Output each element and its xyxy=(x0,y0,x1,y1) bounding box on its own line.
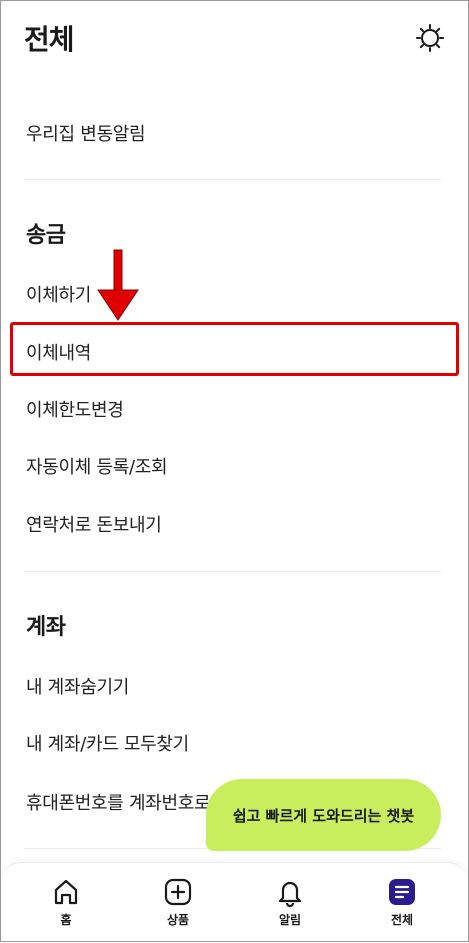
menu-item-send-to-contact[interactable]: 연락처로 돈보내기 xyxy=(26,511,162,537)
menu-item-phone-as-account[interactable]: 휴대폰번호를 계좌번호로 xyxy=(26,789,211,815)
home-icon xyxy=(54,879,78,905)
menu-item-transfer[interactable]: 이체하기 xyxy=(26,281,91,307)
tab-home[interactable]: 홈 xyxy=(36,877,96,928)
settings-icon[interactable] xyxy=(415,23,445,53)
arrow-down-icon xyxy=(97,249,139,321)
tab-notifications[interactable]: 알림 xyxy=(260,877,320,928)
tab-label: 알림 xyxy=(278,913,302,927)
tab-label: 상품 xyxy=(166,913,190,927)
chatbot-button[interactable]: 쉽고 빠르게 도와드리는 챗봇 xyxy=(206,779,441,851)
section-title-transfer: 송금 xyxy=(26,223,66,248)
tab-products[interactable]: 상품 xyxy=(148,877,208,928)
menu-item-home-alert[interactable]: 우리집 변동알림 xyxy=(26,120,146,146)
bell-icon xyxy=(278,881,302,907)
page-title: 전체 xyxy=(24,23,75,56)
divider xyxy=(24,571,441,572)
chatbot-label: 쉽고 빠르게 도와드리는 챗봇 xyxy=(232,806,415,825)
tab-all[interactable]: 전체 xyxy=(372,877,432,928)
divider xyxy=(24,179,441,180)
menu-item-transfer-limit[interactable]: 이체한도변경 xyxy=(26,396,124,422)
tab-bar: 홈 상품 알림 전체 xyxy=(0,862,469,943)
highlight-box xyxy=(10,322,459,376)
header: 전체 xyxy=(0,0,469,68)
menu-item-auto-transfer[interactable]: 자동이체 등록/조회 xyxy=(26,453,168,479)
tab-label: 홈 xyxy=(60,913,72,927)
tab-label: 전체 xyxy=(390,913,414,927)
menu-item-find-accounts[interactable]: 내 계좌/카드 모두찾기 xyxy=(26,730,189,756)
section-title-account: 계좌 xyxy=(26,615,66,640)
plus-square-icon xyxy=(164,878,192,906)
menu-item-hide-account[interactable]: 내 계좌숨기기 xyxy=(26,673,129,699)
menu-icon xyxy=(389,879,415,905)
